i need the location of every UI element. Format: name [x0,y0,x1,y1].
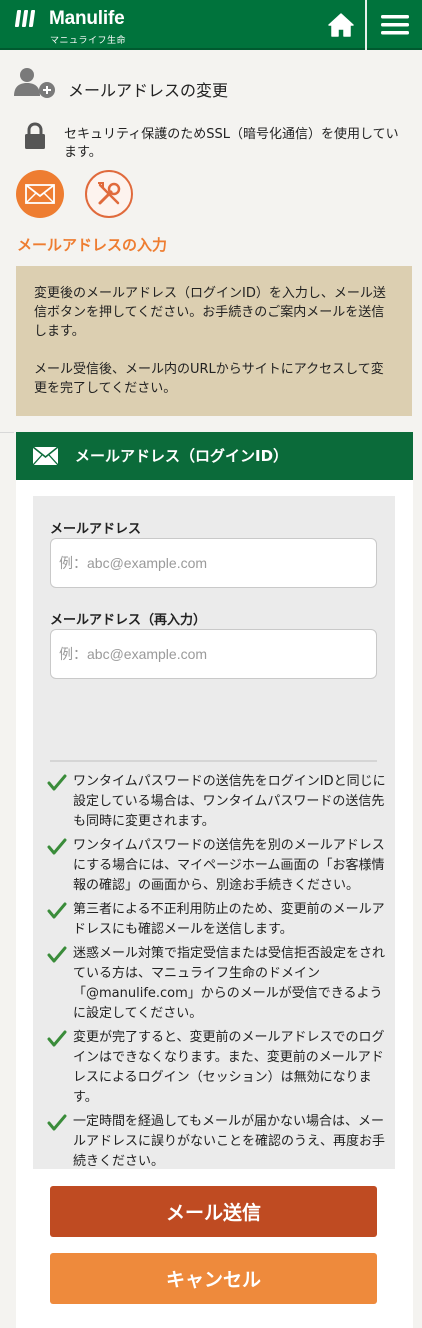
brand-name: Manulife [49,8,125,29]
note-item: 迷惑メール対策で指定受信または受信拒否設定をされている方は、マニュライフ生命のド… [47,944,387,1024]
email-confirm-label: メールアドレス（再入力） [50,613,207,628]
note-item: 一定時間を経過してもメールが届かない場合は、メールアドレスに誤りがないことを確認… [47,1112,387,1172]
manulife-logo-mark-icon [14,10,38,30]
mail-step-icon [16,170,64,218]
email-form-card: メールアドレス（ログインID） メールアドレス メールアドレス（再入力） ワンタ… [16,432,413,1328]
note-item: 第三者による不正利用防止のため、変更前のメールアドレスにも確認メールを送信します… [47,900,387,940]
settings-step-icon [85,170,133,218]
home-button[interactable] [318,0,364,50]
hamburger-menu-icon [380,15,409,35]
info-box: 変更後のメールアドレス（ログインID）を入力し、メール送信ボタンを押してください… [16,266,412,416]
tools-icon [98,182,121,205]
home-icon [328,13,354,37]
form-area: メールアドレス メールアドレス（再入力） ワンタイムパスワードの送信先をログイン… [33,496,395,1169]
note-text: ワンタイムパスワードの送信先を別のメールアドレスにする場合には、マイページホーム… [73,838,385,893]
brand-subtitle: マニュライフ生命 [50,36,127,46]
user-add-icon [14,68,55,98]
cancel-button[interactable]: キャンセル [50,1253,377,1304]
app-header: Manulife マニュライフ生命 [0,0,422,50]
send-mail-button[interactable]: メール送信 [50,1186,377,1237]
menu-button[interactable] [367,0,422,50]
note-text: 第三者による不正利用防止のため、変更前のメールアドレスにも確認メールを送信します… [73,902,385,937]
lock-icon [25,122,45,149]
manulife-logo[interactable]: Manulife マニュライフ生命 [14,6,194,46]
page-title: メールアドレスの変更 [68,81,229,100]
note-text: ワンタイムパスワードの送信先をログインIDと同じに設定している場合は、ワンタイム… [73,774,386,829]
form-divider [50,760,377,762]
ssl-notice-text: セキュリティ保護のためSSL（暗号化通信）を使用しています。 [64,127,399,160]
note-item: ワンタイムパスワードの送信先をログインIDと同じに設定している場合は、ワンタイム… [47,772,387,832]
info-text: メール受信後、メール内のURLからサイトにアクセスして変更を完了してください。 [34,362,384,396]
notes-list: ワンタイムパスワードの送信先をログインIDと同じに設定している場合は、ワンタイム… [47,772,387,1172]
envelope-icon [25,184,55,204]
email-field[interactable] [50,538,377,588]
envelope-icon [33,447,58,465]
note-item: ワンタイムパスワードの送信先を別のメールアドレスにする場合には、マイページホーム… [47,836,387,896]
email-confirm-field[interactable] [50,629,377,679]
info-text: 変更後のメールアドレス（ログインID）を入力し、メール送信ボタンを押してください… [34,286,386,339]
note-text: 変更が完了すると、変更前のメールアドレスでのログインはできなくなります。また、変… [73,1030,385,1105]
divider [0,432,14,433]
checkmark-icon [47,774,67,791]
card-title: メールアドレス（ログインID） [75,447,289,465]
page-title-row: メールアドレスの変更 [14,66,414,102]
checkmark-icon [47,1030,67,1047]
checkmark-icon [47,838,67,855]
email-label: メールアドレス [50,522,142,537]
section-heading: メールアドレスの入力 [17,236,168,254]
card-header: メールアドレス（ログインID） [16,432,413,480]
checkmark-icon [47,902,67,919]
note-text: 迷惑メール対策で指定受信または受信拒否設定をされている方は、マニュライフ生命のド… [73,946,386,1021]
checkmark-icon [47,1114,67,1131]
note-text: 一定時間を経過してもメールが届かない場合は、メールアドレスに誤りがないことを確認… [73,1114,386,1169]
note-item: 変更が完了すると、変更前のメールアドレスでのログインはできなくなります。また、変… [47,1028,387,1108]
checkmark-icon [47,946,67,963]
